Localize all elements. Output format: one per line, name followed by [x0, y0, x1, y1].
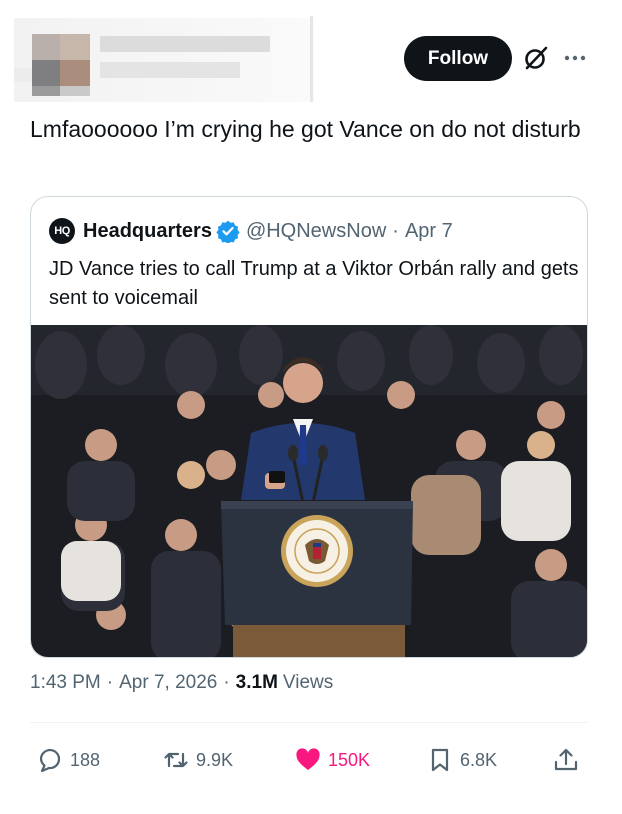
quoted-tweet-date[interactable]: Apr 7 [405, 220, 453, 243]
reply-count: 188 [70, 749, 101, 770]
more-icon[interactable] [562, 46, 588, 70]
bookmark-count: 6.8K [460, 749, 498, 770]
bookmark-button[interactable]: 6.8K [426, 740, 497, 780]
like-count: 150K [328, 749, 371, 770]
tweet-time[interactable]: 1:43 PM [30, 672, 101, 694]
repost-icon [164, 752, 188, 768]
reply-icon [39, 748, 61, 773]
redacted-divider [310, 16, 313, 102]
action-bar: 188 9.9K 150K 6.8K [30, 740, 588, 780]
reply-button[interactable]: 188 [36, 740, 100, 780]
tweet-date[interactable]: Apr 7, 2026 [119, 672, 217, 694]
verified-badge-icon [216, 220, 240, 243]
views-count: 3.1M [235, 672, 278, 693]
share-button[interactable] [552, 740, 586, 780]
grok-icon[interactable] [522, 44, 550, 72]
meta-separator: · [392, 219, 399, 242]
share-icon [554, 748, 578, 771]
repost-count: 9.9K [196, 749, 234, 770]
meta-separator: · [106, 672, 114, 693]
heart-icon [296, 748, 320, 770]
follow-button[interactable]: Follow [404, 36, 512, 81]
redacted-user-header [14, 18, 314, 102]
tweet-meta: 1:43 PM · Apr 7, 2026 · 3.1M Views [30, 672, 333, 694]
repost-button[interactable]: 9.9K [162, 740, 233, 780]
divider [30, 722, 588, 723]
meta-separator: · [223, 672, 230, 693]
quoted-author-name[interactable]: Headquarters [83, 220, 212, 243]
quoted-tweet-photo[interactable] [31, 325, 588, 658]
quoted-tweet-text: JD Vance tries to call Trump at a Viktor… [49, 258, 579, 309]
bookmark-icon [431, 748, 449, 772]
like-button[interactable]: 150K [294, 740, 370, 780]
tweet-text: Lmfaoooooo I’m crying he got Vance on do… [30, 116, 581, 142]
quoted-author-handle[interactable]: @HQNewsNow [246, 220, 386, 243]
quoted-tweet[interactable]: HQ Headquarters @HQNewsNow · Apr 7 JD Va… [30, 196, 588, 658]
quoted-tweet-header: HQ Headquarters @HQNewsNow · Apr 7 [49, 217, 453, 245]
avatar[interactable]: HQ [49, 218, 75, 244]
views-label: Views [282, 672, 334, 693]
